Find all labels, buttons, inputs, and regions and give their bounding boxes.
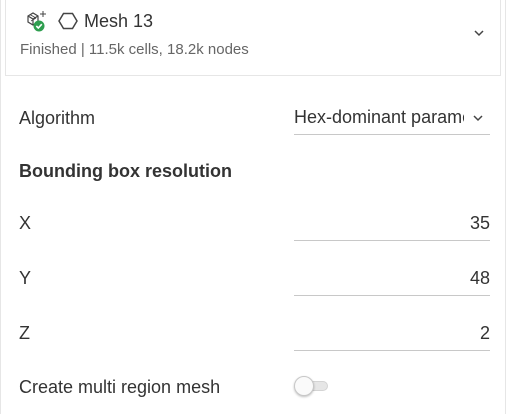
mesh-cube-check-icon [24, 9, 50, 33]
chevron-down-icon[interactable] [472, 26, 486, 40]
chevron-down-icon [472, 111, 484, 123]
hexagon-icon [58, 11, 78, 31]
z-resolution-input[interactable]: 2 [294, 317, 490, 351]
mesh-title: Mesh 13 [84, 10, 154, 31]
z-label: Z [19, 323, 30, 343]
x-resolution-input[interactable]: 35 [294, 207, 490, 241]
y-resolution-value: 48 [469, 268, 490, 288]
x-resolution-value: 35 [469, 213, 490, 233]
y-label: Y [19, 268, 32, 288]
multi-region-toggle[interactable] [294, 376, 330, 396]
z-resolution-value: 2 [479, 323, 490, 343]
algorithm-label: Algorithm [19, 108, 96, 128]
x-label: X [19, 213, 32, 233]
toggle-knob [294, 376, 314, 396]
multi-region-label: Create multi region mesh [19, 377, 221, 397]
mesh-settings-panel: Mesh 13 Finished | 11.5k cells, 18.2k no… [0, 0, 506, 414]
mesh-status-text: Finished | 11.5k cells, 18.2k nodes [20, 41, 249, 58]
mesh-header[interactable]: Mesh 13 Finished | 11.5k cells, 18.2k no… [5, 0, 501, 76]
algorithm-select-value: Hex-dominant parametric [294, 107, 464, 127]
mesh-title-row: Mesh 13 [24, 9, 153, 33]
algorithm-select[interactable]: Hex-dominant parametric [294, 101, 490, 135]
bounding-box-title: Bounding box resolution [19, 161, 232, 181]
y-resolution-input[interactable]: 48 [294, 262, 490, 296]
